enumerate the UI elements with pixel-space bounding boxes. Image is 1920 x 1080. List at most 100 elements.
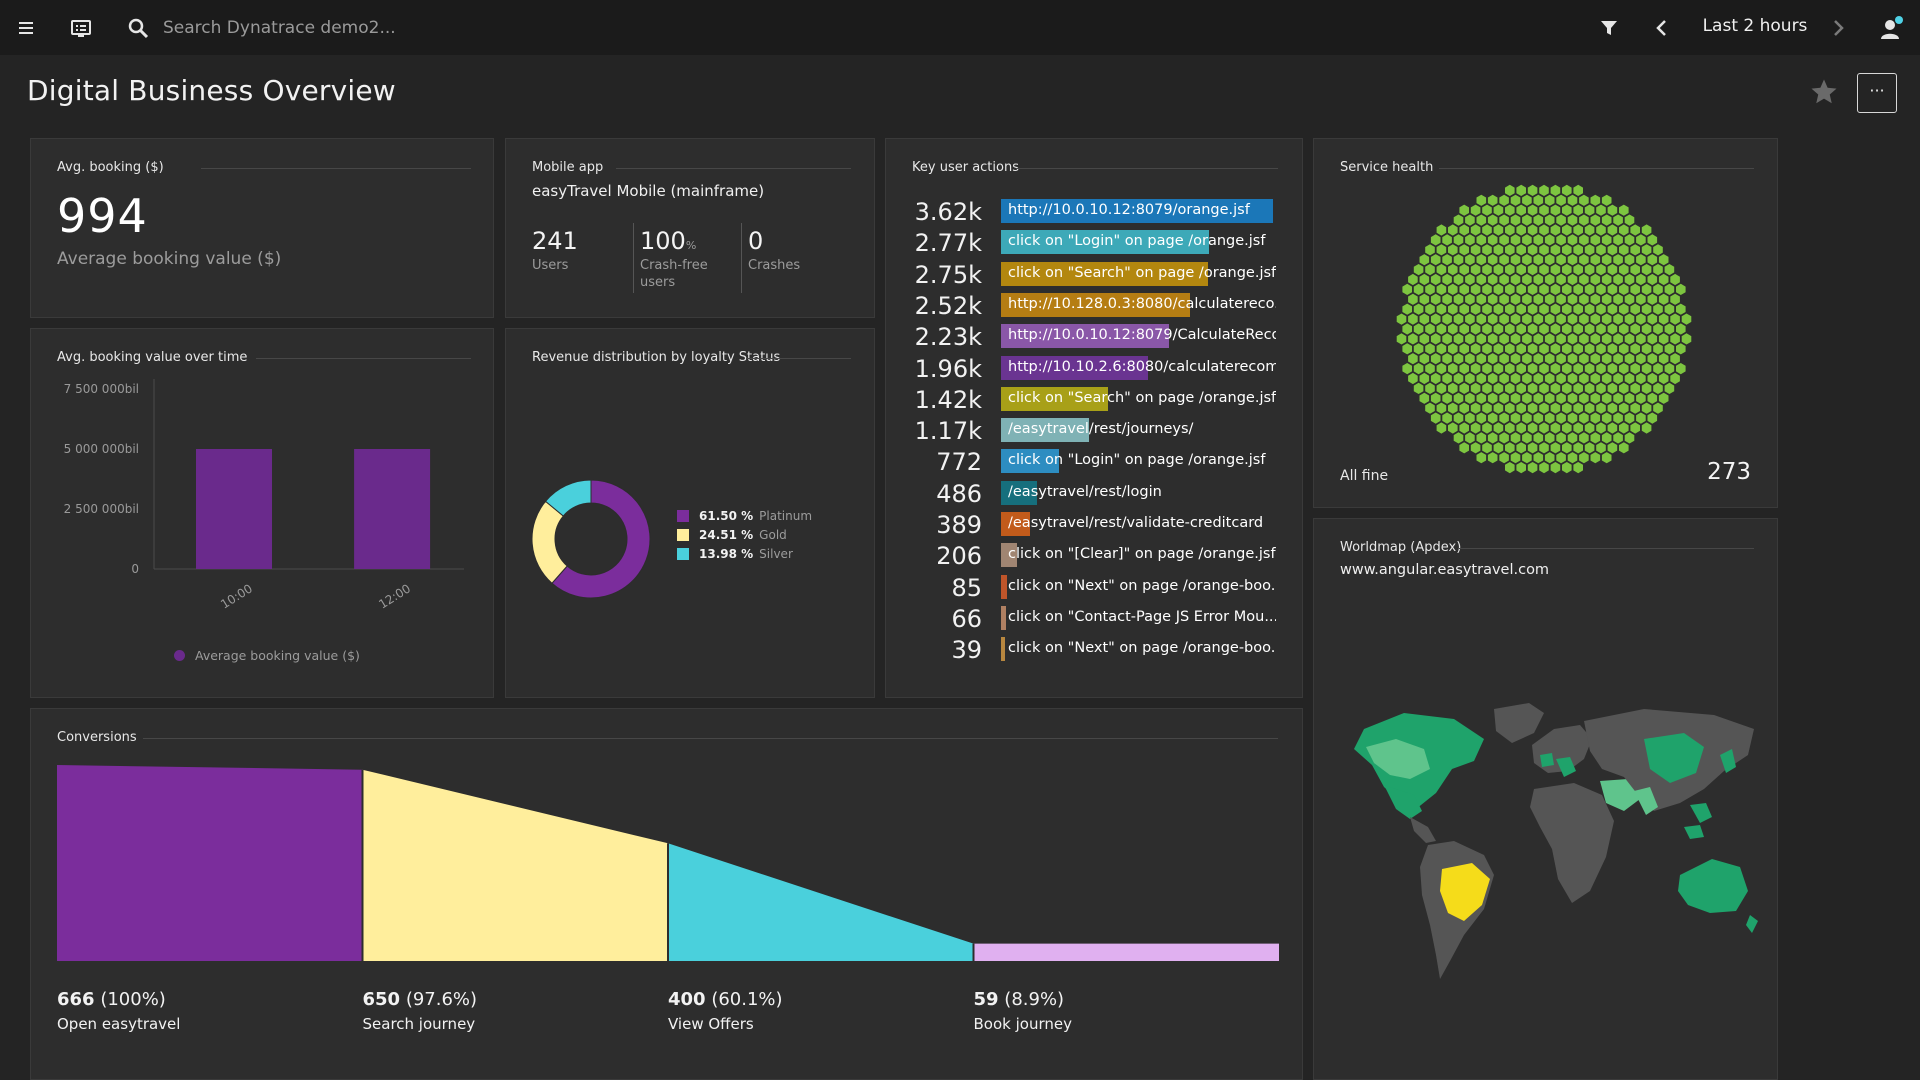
key-user-action-row[interactable]: 3.62k http://10.0.10.12:8079/orange.jsf [886, 198, 1306, 226]
key-user-actions-tile[interactable]: Key user actions 3.62k http://10.0.10.12:… [885, 138, 1303, 698]
service-hex [1522, 194, 1532, 206]
service-health-tile[interactable]: Service health All fine 273 [1313, 138, 1778, 508]
service-hex [1556, 273, 1566, 286]
timeframe-selector[interactable]: Last 2 hours [1690, 16, 1820, 36]
star-icon[interactable] [1809, 77, 1839, 107]
service-hex [1579, 392, 1589, 404]
service-hex [1459, 343, 1469, 355]
service-hex [1448, 422, 1458, 434]
service-hex [1425, 343, 1435, 355]
service-hex [1465, 353, 1475, 365]
key-user-action-row[interactable]: 2.77k click on "Login" on page /orange.js… [886, 229, 1306, 257]
service-hex [1573, 244, 1583, 256]
service-hex [1676, 323, 1686, 335]
service-hex [1436, 244, 1447, 256]
chevron-right-icon[interactable] [1824, 14, 1852, 42]
tile-divider [201, 168, 471, 169]
service-hex [1550, 323, 1561, 335]
avg-booking-chart-tile[interactable]: Avg. booking value over time 0 2 500 000b… [30, 328, 494, 698]
key-user-action-row[interactable]: 39 click on "Next" on page /orange-boo... [886, 636, 1306, 664]
key-user-action-row[interactable]: 486/easytravel/rest/login [886, 480, 1306, 508]
service-hex [1482, 382, 1492, 394]
service-hex [1487, 333, 1498, 345]
action-label: click on "Login" on page /orange.jsf [1008, 452, 1266, 469]
service-hex [1590, 214, 1601, 226]
key-user-action-row[interactable]: 2.23k http://10.0.10.12:8079/CalculateRec… [886, 323, 1306, 351]
service-hex [1613, 432, 1623, 444]
service-hex [1584, 442, 1595, 454]
service-hex [1459, 402, 1469, 414]
service-hex [1550, 442, 1561, 454]
service-hex [1408, 293, 1418, 305]
search-icon[interactable] [124, 14, 152, 42]
conversions-tile[interactable]: Conversions 666 (100%) Open easytravel 650… [30, 708, 1303, 1080]
key-user-action-row[interactable]: 2.52k http://10.128.0.3:8080/calculaterec… [886, 292, 1306, 320]
service-hex [1658, 372, 1669, 385]
service-hex [1636, 273, 1646, 286]
service-hex [1590, 313, 1601, 325]
service-hex [1567, 214, 1578, 226]
avg-booking-tile[interactable]: Avg. booking ($) 994 Average booking val… [30, 138, 494, 318]
service-hex [1584, 264, 1595, 276]
legend-item[interactable]: 13.98 % Silver [677, 547, 793, 561]
service-hex [1601, 293, 1612, 305]
key-user-action-row[interactable]: 1.42k click on "Search" on page /orange.j… [886, 386, 1306, 414]
key-user-action-row[interactable]: 389/easytravel/rest/validate-creditcard [886, 511, 1306, 539]
revenue-distribution-tile[interactable]: Revenue distribution by loyalty Status 6… [505, 328, 875, 698]
mobile-app-tile[interactable]: Mobile app easyTravel Mobile (mainframe)… [505, 138, 875, 318]
key-user-action-row[interactable]: 772 click on "Login" on page /orange.jsf [886, 448, 1306, 476]
service-hex [1510, 273, 1521, 286]
service-hex [1487, 353, 1498, 365]
service-hex [1681, 313, 1692, 325]
conversion-percent: (60.1%) [711, 989, 783, 1010]
service-hex [1453, 333, 1464, 345]
service-hex [1505, 323, 1515, 335]
service-health-status: All fine [1340, 468, 1389, 484]
dashboard-icon[interactable] [68, 14, 96, 42]
service-hex [1425, 323, 1435, 335]
menu-icon[interactable] [14, 14, 42, 42]
user-icon[interactable] [1878, 14, 1906, 42]
bar [196, 449, 272, 569]
service-hex [1573, 303, 1583, 315]
service-hex [1619, 244, 1629, 256]
key-user-action-row[interactable]: 1.17k/easytravel/rest/journeys/ [886, 417, 1306, 445]
service-hex [1619, 363, 1629, 375]
service-hex [1641, 422, 1652, 434]
service-hex [1658, 353, 1669, 365]
service-hex [1613, 214, 1623, 226]
key-user-action-row[interactable]: 2.75k click on "Search" on page /orange.j… [886, 261, 1306, 289]
service-hex [1579, 194, 1589, 206]
service-hex [1487, 194, 1498, 206]
search-input[interactable] [163, 15, 543, 41]
service-hex [1442, 353, 1452, 365]
service-hex [1573, 382, 1583, 394]
legend-item[interactable]: 24.51 % Gold [677, 528, 787, 542]
service-hex [1539, 184, 1549, 196]
legend-item[interactable]: 61.50 % Platinum [677, 509, 812, 523]
service-hex [1522, 214, 1532, 226]
key-user-action-row[interactable]: 66 click on "Contact-Page JS Error Mou... [886, 605, 1306, 633]
service-hex [1505, 283, 1515, 295]
service-hex [1442, 333, 1452, 345]
service-hex [1448, 343, 1458, 355]
top-bar: Last 2 hours [0, 0, 1920, 55]
key-user-action-row[interactable]: 1.96k http://10.10.2.6:8080/calculatereco… [886, 355, 1306, 383]
action-count: 206 [936, 542, 982, 571]
more-options-button[interactable]: ··· [1857, 73, 1897, 113]
service-hex [1613, 333, 1623, 345]
service-hex [1533, 194, 1544, 206]
service-hex [1579, 273, 1589, 286]
conversion-value: 650 (97.6%) [363, 989, 478, 1010]
key-user-action-row[interactable]: 85 click on "Next" on page /orange-boo... [886, 574, 1306, 602]
service-hex [1573, 402, 1583, 414]
chevron-left-icon[interactable] [1648, 14, 1676, 42]
service-hex [1527, 442, 1538, 454]
filter-icon[interactable] [1596, 14, 1624, 42]
service-hex [1527, 224, 1538, 236]
key-user-action-row[interactable]: 206 click on "[Clear]" on page /orange.js… [886, 542, 1306, 570]
world-map[interactable] [1344, 699, 1764, 999]
worldmap-tile[interactable]: Worldmap (Apdex) www.angular.easytravel.… [1313, 518, 1778, 1080]
tile-title: Key user actions [912, 160, 1019, 175]
service-hex [1607, 323, 1618, 335]
